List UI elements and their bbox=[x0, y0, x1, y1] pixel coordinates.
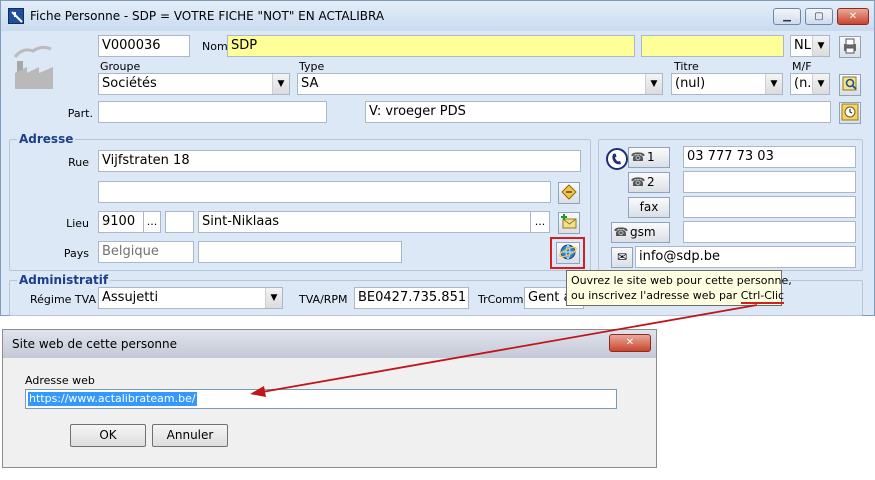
annotation-arrow bbox=[250, 304, 758, 397]
